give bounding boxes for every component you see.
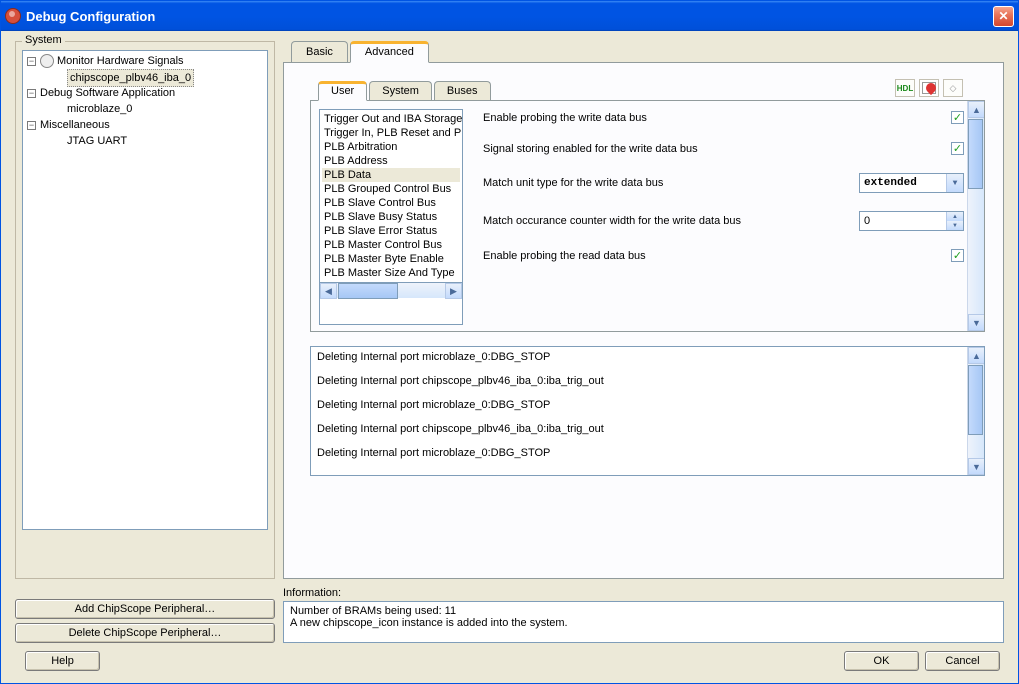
help-button[interactable]: Help [25, 651, 100, 671]
v-scrollbar[interactable]: ▲ ▼ [967, 101, 984, 331]
log-line: Deleting Internal port microblaze_0:DBG_… [317, 351, 962, 363]
scroll-left-icon[interactable]: ◀ [320, 283, 337, 299]
scroll-down-icon[interactable]: ▼ [968, 314, 984, 331]
list-item[interactable]: PLB Master Byte Enable [322, 252, 460, 266]
tab-advanced[interactable]: Advanced [350, 41, 429, 63]
tab-user[interactable]: User [318, 81, 367, 101]
tree-item[interactable]: Miscellaneous [40, 119, 110, 131]
outer-tabs: Basic Advanced [291, 41, 1004, 62]
select-match-type[interactable]: extended ▼ [859, 173, 964, 193]
log-output: Deleting Internal port microblaze_0:DBG_… [310, 346, 985, 476]
list-item[interactable]: PLB Slave Error Status [322, 224, 460, 238]
window: Debug Configuration ✕ System − Monitor Ha… [0, 0, 1019, 684]
node-icon [40, 54, 54, 68]
tree-item[interactable]: microblaze_0 [67, 103, 132, 115]
scroll-down-icon[interactable]: ▼ [968, 458, 985, 475]
info-line: Number of BRAMs being used: 11 [290, 605, 997, 617]
app-icon [5, 8, 21, 24]
select-value: extended [864, 177, 917, 189]
category-list[interactable]: Trigger Out and IBA Storage Trigger In, … [319, 109, 463, 325]
inner-tabs: User System Buses [318, 81, 985, 100]
list-item[interactable]: PLB Grouped Control Bus [322, 182, 460, 196]
spinner-value: 0 [864, 215, 870, 227]
h-scrollbar[interactable]: ◀ ▶ [320, 282, 462, 298]
scroll-thumb[interactable] [968, 365, 983, 435]
form-pane: Enable probing the write data bus ✓ Sign… [469, 101, 984, 331]
label-storing-write: Signal storing enabled for the write dat… [483, 143, 951, 155]
tree-item[interactable]: Monitor Hardware Signals [57, 55, 184, 67]
list-item[interactable]: Trigger In, PLB Reset and PLB [322, 126, 460, 140]
scroll-up-icon[interactable]: ▲ [968, 101, 984, 118]
scroll-up-icon[interactable]: ▲ [968, 347, 985, 364]
list-item[interactable]: PLB Master Control Bus [322, 238, 460, 252]
label-probe-write: Enable probing the write data bus [483, 112, 951, 124]
list-item[interactable]: PLB Arbitration [322, 140, 460, 154]
ok-button[interactable]: OK [844, 651, 919, 671]
collapse-icon[interactable]: − [27, 121, 36, 130]
tree-item[interactable]: JTAG UART [67, 135, 127, 147]
tree-legend: System [22, 34, 65, 46]
log-line: Deleting Internal port microblaze_0:DBG_… [317, 447, 962, 459]
log-line: Deleting Internal port microblaze_0:DBG_… [317, 399, 962, 411]
scroll-right-icon[interactable]: ▶ [445, 283, 462, 299]
log-line: Deleting Internal port chipscope_plbv46_… [317, 375, 962, 387]
checkbox-storing-write[interactable]: ✓ [951, 142, 964, 155]
spinner-counter-width[interactable]: 0 ▲ ▼ [859, 211, 964, 231]
delete-peripheral-button[interactable]: Delete ChipScope Peripheral… [15, 623, 275, 643]
tab-content: HDL ◇ User System Buses [283, 62, 1004, 579]
label-match-type: Match unit type for the write data bus [483, 177, 859, 189]
inner-tab-body: Trigger Out and IBA Storage Trigger In, … [310, 100, 985, 332]
window-title: Debug Configuration [26, 9, 993, 24]
list-item[interactable]: PLB Master Size And Type [322, 266, 460, 280]
info-box: Number of BRAMs being used: 11 A new chi… [283, 601, 1004, 643]
spinner-down-icon[interactable]: ▼ [946, 221, 963, 230]
content: System −Monitor Hardware Signals chipsco… [1, 31, 1018, 683]
list-item[interactable]: PLB Slave Busy Status [322, 210, 460, 224]
label-probe-read: Enable probing the read data bus [483, 250, 951, 262]
system-tree[interactable]: −Monitor Hardware Signals chipscope_plbv… [22, 50, 268, 530]
tree-item[interactable]: Debug Software Application [40, 87, 175, 99]
collapse-icon[interactable]: − [27, 57, 36, 66]
list-item-selected[interactable]: PLB Data [322, 168, 460, 182]
tab-buses[interactable]: Buses [434, 81, 491, 100]
chevron-down-icon[interactable]: ▼ [946, 174, 963, 192]
checkbox-probe-write[interactable]: ✓ [951, 111, 964, 124]
scroll-thumb[interactable] [338, 283, 398, 299]
label-counter-width: Match occurance counter width for the wr… [483, 215, 859, 227]
v-scrollbar[interactable]: ▲ ▼ [967, 347, 984, 475]
checkbox-probe-read[interactable]: ✓ [951, 249, 964, 262]
info-label: Information: [283, 587, 1004, 599]
titlebar: Debug Configuration ✕ [1, 1, 1018, 31]
tab-basic[interactable]: Basic [291, 41, 348, 62]
list-item[interactable]: Trigger Out and IBA Storage [322, 112, 460, 126]
tab-system[interactable]: System [369, 81, 432, 100]
cancel-button[interactable]: Cancel [925, 651, 1000, 671]
list-item[interactable]: PLB Slave Control Bus [322, 196, 460, 210]
collapse-icon[interactable]: − [27, 89, 36, 98]
add-peripheral-button[interactable]: Add ChipScope Peripheral… [15, 599, 275, 619]
info-line: A new chipscope_icon instance is added i… [290, 617, 997, 629]
close-icon[interactable]: ✕ [993, 6, 1014, 27]
log-line: Deleting Internal port chipscope_plbv46_… [317, 423, 962, 435]
list-item[interactable]: PLB Address [322, 154, 460, 168]
system-tree-group: System −Monitor Hardware Signals chipsco… [15, 41, 275, 579]
spinner-up-icon[interactable]: ▲ [946, 212, 963, 221]
scroll-thumb[interactable] [968, 119, 983, 189]
